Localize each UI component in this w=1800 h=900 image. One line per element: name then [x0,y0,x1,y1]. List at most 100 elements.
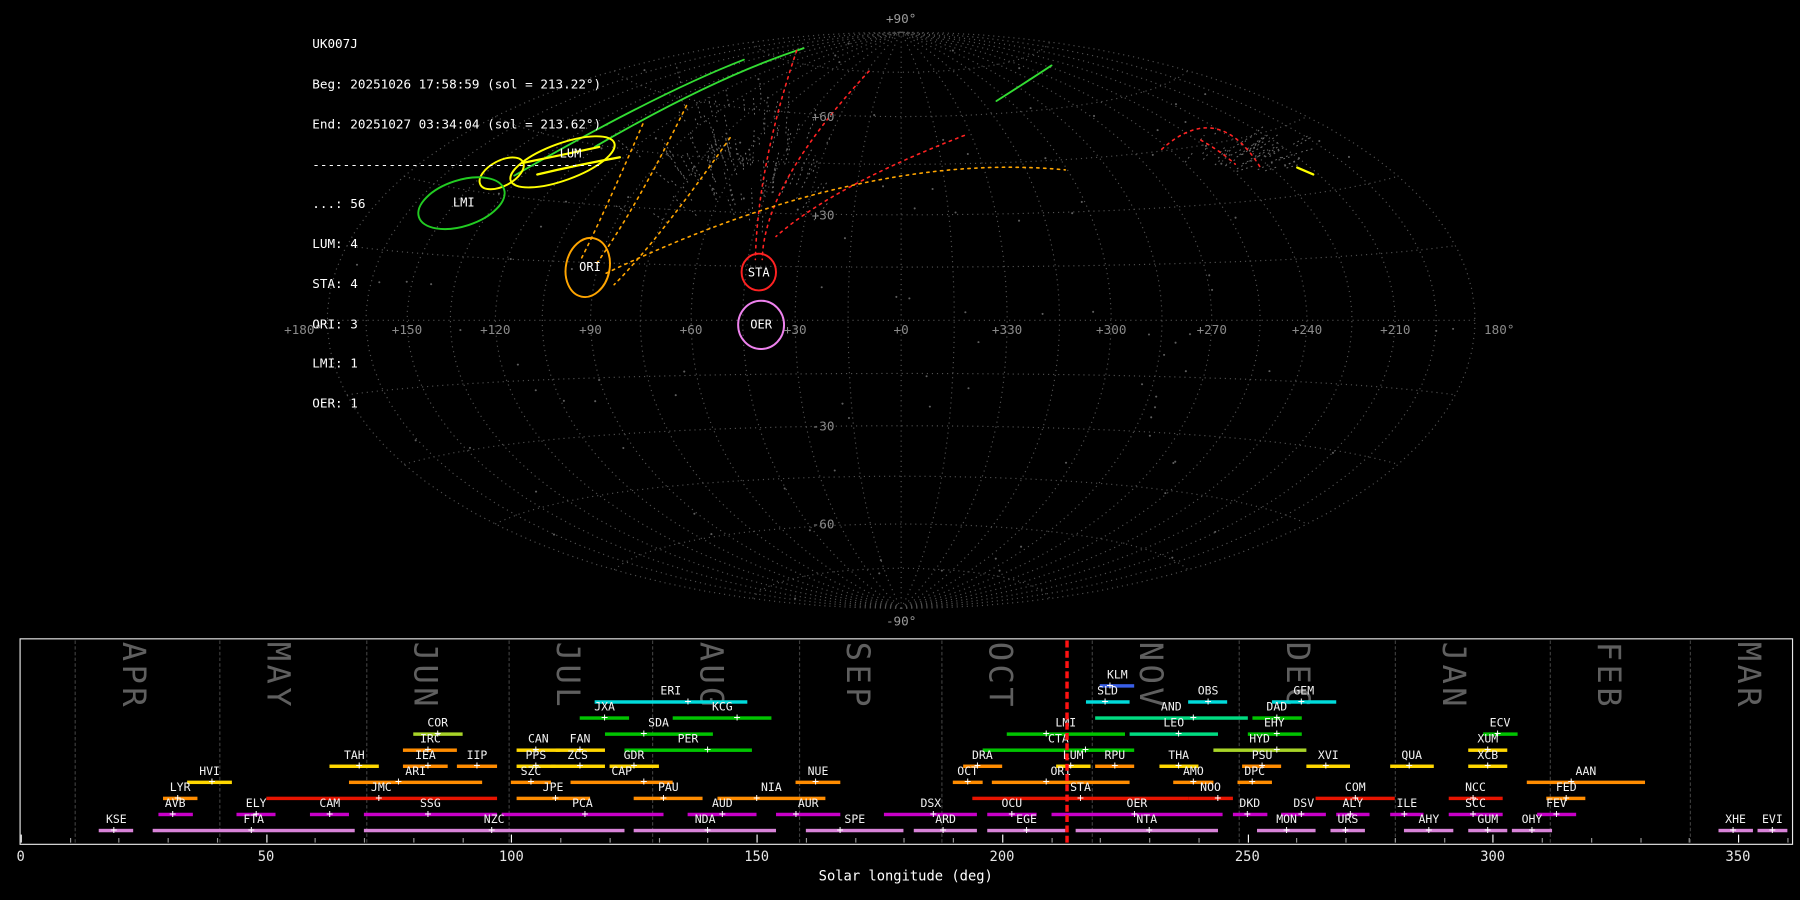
month-label-JUL: JUL [549,642,587,710]
shower-peak-AMO: + [1190,777,1197,788]
shower-peak-ILE: + [1401,809,1408,820]
shower-peak-SLD: + [1102,697,1109,708]
x-tick-minor [1296,838,1297,843]
x-tick-minor [413,838,414,843]
activity-timeline-chart: Solar longitude (deg) APRMAYJUNJULAUGSEP… [0,0,1800,900]
x-tick-major [1738,835,1739,843]
x-tick-minor [1542,838,1543,843]
x-tick-major [266,835,267,843]
shower-label-AUR: AUR [798,799,819,810]
month-label-OCT: OCT [981,642,1019,710]
shower-peak-DKD: + [1244,809,1251,820]
x-tick-minor [609,838,610,843]
shower-peak-THA: + [1175,761,1182,772]
x-tick-minor [708,838,709,843]
shower-label-ARI: ARI [405,767,426,778]
x-tick-label: 0 [17,848,25,864]
shower-peak-MON: + [1283,825,1290,836]
x-tick-minor [904,838,905,843]
shower-peak-AND: + [1190,713,1197,724]
month-label-MAY: MAY [259,642,297,710]
x-tick-minor [119,838,120,843]
month-label-JUN: JUN [406,642,444,710]
shower-bar-ARI [349,781,481,784]
x-tick-minor [953,838,954,843]
shower-label-AAN: AAN [1576,767,1597,778]
x-tick-minor [806,838,807,843]
x-tick-major [757,835,758,843]
shower-peak-EVI: + [1769,825,1776,836]
month-label-FEB: FEB [1590,642,1628,710]
shower-peak-LEO: + [1175,729,1182,740]
shower-peak-HYD: + [1273,745,1280,756]
month-label-APR: APR [115,642,153,710]
x-tick-minor [1591,838,1592,843]
shower-peak-ARI: + [395,777,402,788]
shower-peak-JMC: + [375,793,382,804]
x-axis-label: Solar longitude (deg) [819,868,993,884]
x-tick-label: 350 [1726,848,1751,864]
shower-peak-RPU: + [1111,761,1118,772]
shower-label-ERI: ERI [660,686,681,697]
current-sol-line [1065,641,1068,843]
shower-peak-SCC: + [1470,809,1477,820]
shower-peak-PAU: + [660,793,667,804]
shower-peak-GEM: + [1298,697,1305,708]
shower-peak-FTA: + [248,825,255,836]
x-tick-minor [1640,838,1641,843]
month-label-SEP: SEP [839,642,877,710]
shower-label-KCG: KCG [712,703,733,714]
shower-peak-NDA: + [704,825,711,836]
shower-peak-XVI: + [1322,761,1329,772]
shower-peak-HVI: + [209,777,216,788]
shower-peak-DPC: + [1249,777,1256,788]
x-tick-minor [70,838,71,843]
month-label-JAN: JAN [1435,642,1473,710]
x-tick-minor [315,838,316,843]
shower-peak-OBS: + [1205,697,1212,708]
x-tick-label: 50 [258,848,275,864]
shower-bar-ORI [992,781,1129,784]
x-tick-minor [462,838,463,843]
x-tick-minor [659,838,660,843]
shower-label-AND: AND [1161,703,1182,714]
shower-peak-ARD: + [940,825,947,836]
x-tick-major [21,835,22,843]
shower-peak-KCG: + [734,713,741,724]
x-tick-minor [1787,838,1788,843]
shower-peak-SPE: + [837,825,844,836]
shower-label-HYD: HYD [1249,735,1270,746]
x-tick-label: 200 [990,848,1015,864]
shower-bar-AUR [776,813,840,816]
shower-peak-QUA: + [1406,761,1413,772]
shower-peak-IIP: + [474,761,481,772]
x-tick-major [1002,835,1003,843]
shower-peak-DSV: + [1298,809,1305,820]
x-tick-minor [1100,838,1101,843]
shower-label-SDA: SDA [648,719,669,730]
x-tick-minor [217,838,218,843]
shower-peak-KSE: + [110,825,117,836]
shower-label-CAP: CAP [611,767,632,778]
shower-peak-NIA: + [753,793,760,804]
x-tick-minor [1689,838,1690,843]
x-tick-minor [560,838,561,843]
shower-peak-XHE: + [1730,825,1737,836]
shower-peak-URS: + [1342,825,1349,836]
shower-label-PER: PER [678,735,699,746]
x-tick-minor [1198,838,1199,843]
shower-peak-NOO: + [1214,793,1221,804]
shower-peak-ORI: + [1043,777,1050,788]
shower-peak-GUM: + [1484,825,1491,836]
shower-bar-TAH [330,765,379,768]
shower-peak-SDA: + [640,729,647,740]
x-tick-minor [1149,838,1150,843]
x-tick-minor [1345,838,1346,843]
month-line-MAR [1690,641,1691,843]
shower-bar-PAU [634,797,703,800]
shower-peak-ZCS: + [577,761,584,772]
shower-bar-NOO [1188,797,1232,800]
x-tick-label: 300 [1480,848,1505,864]
x-tick-major [1493,835,1494,843]
month-line-APR [75,641,76,843]
